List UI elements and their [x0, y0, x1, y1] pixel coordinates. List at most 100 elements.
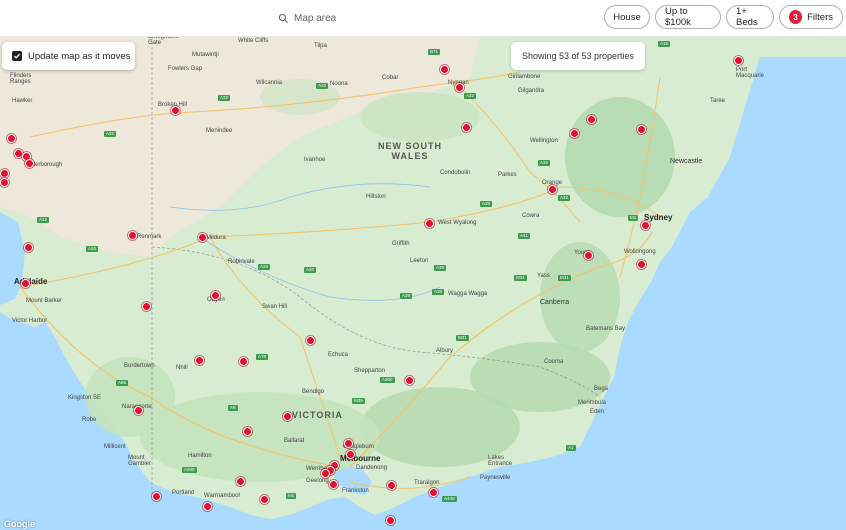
property-pin[interactable] [211, 291, 220, 300]
town-label: Lakes Entrance [488, 455, 513, 467]
town-label: Hawker [12, 98, 33, 104]
road-shield: B71 [428, 49, 441, 55]
road-shield: A8 [228, 405, 238, 411]
town-label: Merimbula [578, 400, 607, 406]
town-label: Mildura [206, 235, 226, 241]
town-label: Bega [594, 386, 609, 392]
town-label: Geelong [306, 478, 329, 484]
town-label: Yass [537, 273, 550, 279]
property-pin[interactable] [0, 178, 9, 187]
property-pin[interactable] [425, 219, 434, 228]
results-count-text: Showing 53 of 53 properties [521, 51, 635, 61]
property-pin[interactable] [195, 356, 204, 365]
town-label: Girilambone [508, 74, 541, 80]
property-pin[interactable] [306, 336, 315, 345]
city-label-newcastle: Newcastle [670, 158, 703, 165]
property-pin[interactable] [637, 125, 646, 134]
road-shield: A66 [116, 380, 129, 386]
property-pin[interactable] [440, 65, 449, 74]
town-label: Cowra [522, 213, 540, 219]
beds-label: 1+ Beds [736, 6, 758, 28]
property-pin[interactable] [548, 185, 557, 194]
road-shield: A32 [316, 83, 329, 89]
property-pin[interactable] [7, 134, 16, 143]
map-base-layer [0, 37, 846, 519]
property-pin[interactable] [321, 469, 330, 478]
town-label: Mount Gambier [128, 455, 152, 467]
property-pin[interactable] [387, 481, 396, 490]
property-pin[interactable] [171, 106, 180, 115]
filters-button[interactable]: 3 Filters [779, 5, 843, 29]
property-pin[interactable] [203, 502, 212, 511]
road-shield: A39 [400, 293, 413, 299]
property-pin[interactable] [283, 412, 292, 421]
property-pin[interactable] [152, 492, 161, 501]
town-label: Cooma [544, 359, 564, 365]
property-pin[interactable] [637, 260, 646, 269]
road-shield: A20 [86, 246, 99, 252]
property-pin[interactable] [344, 439, 353, 448]
property-pin[interactable] [236, 477, 245, 486]
town-label: Mount Barker [26, 298, 63, 304]
top-filter-bar: Map area House Up to $100k 1+ Beds 3 Fil… [0, 0, 846, 37]
road-shield: A32 [37, 217, 50, 223]
beds-filter-button[interactable]: 1+ Beds [726, 5, 774, 29]
town-label: West Wyalong [438, 220, 477, 226]
property-pin[interactable] [25, 159, 34, 168]
town-label: Kingston SE [68, 395, 102, 401]
property-pin[interactable] [128, 231, 137, 240]
filters-count-badge: 3 [789, 10, 803, 24]
road-shield: A300 [380, 377, 395, 383]
town-label: Batemans Bay [586, 326, 626, 332]
property-type-filter-button[interactable]: House [604, 5, 650, 29]
property-pin[interactable] [0, 169, 9, 178]
map-search[interactable]: Map area [278, 8, 336, 28]
road-shield: A32 [218, 95, 231, 101]
road-shield: M31 [558, 275, 571, 281]
checkbox-checked-icon[interactable] [12, 51, 22, 61]
property-pin[interactable] [21, 279, 30, 288]
property-pin[interactable] [429, 488, 438, 497]
town-label: Portland [172, 490, 195, 496]
property-pin[interactable] [386, 516, 395, 525]
town-label: Gilgandra [518, 88, 545, 94]
road-shield: A39 [480, 201, 493, 207]
property-pin[interactable] [239, 357, 248, 366]
property-pin[interactable] [570, 129, 579, 138]
road-shield: A32 [104, 131, 117, 137]
property-pin[interactable] [455, 83, 464, 92]
property-pin[interactable] [198, 233, 207, 242]
property-pin[interactable] [405, 376, 414, 385]
road-shield: A39 [434, 265, 447, 271]
town-label: Port Macquarie [736, 67, 765, 79]
property-pin[interactable] [584, 251, 593, 260]
road-shield: A15 [658, 41, 671, 47]
town-label: Hamilton [188, 453, 212, 459]
property-pin[interactable] [462, 123, 471, 132]
price-label: Up to $100k [665, 6, 691, 28]
city-label-adelaide: Adelaide [14, 277, 48, 286]
price-filter-button[interactable]: Up to $100k [655, 5, 721, 29]
town-label: Robinvale [228, 259, 255, 265]
town-label: Frankston [342, 488, 369, 494]
town-label: Hillston [366, 194, 386, 200]
town-label: Mutawintji [192, 52, 219, 58]
property-pin[interactable] [260, 495, 269, 504]
town-label: Fowlers Gap [168, 66, 203, 72]
property-pin[interactable] [346, 450, 355, 459]
property-pin[interactable] [243, 427, 252, 436]
property-pin[interactable] [734, 56, 743, 65]
property-pin[interactable] [329, 480, 338, 489]
map-canvas[interactable]: NEW SOUTH WALES VICTORIA Sydney Melbourne… [0, 37, 846, 530]
property-pin[interactable] [24, 243, 33, 252]
property-pin[interactable] [641, 221, 650, 230]
property-pin[interactable] [134, 406, 143, 415]
town-label: Broughams Gate [148, 37, 179, 46]
town-label: Wellington [530, 138, 558, 144]
road-shield: A20 [304, 267, 317, 273]
property-pin[interactable] [142, 302, 151, 311]
update-map-toggle[interactable]: Update map as it moves [2, 42, 135, 70]
town-label: Taree [710, 98, 726, 104]
town-label: Eden [590, 409, 605, 415]
property-pin[interactable] [587, 115, 596, 124]
